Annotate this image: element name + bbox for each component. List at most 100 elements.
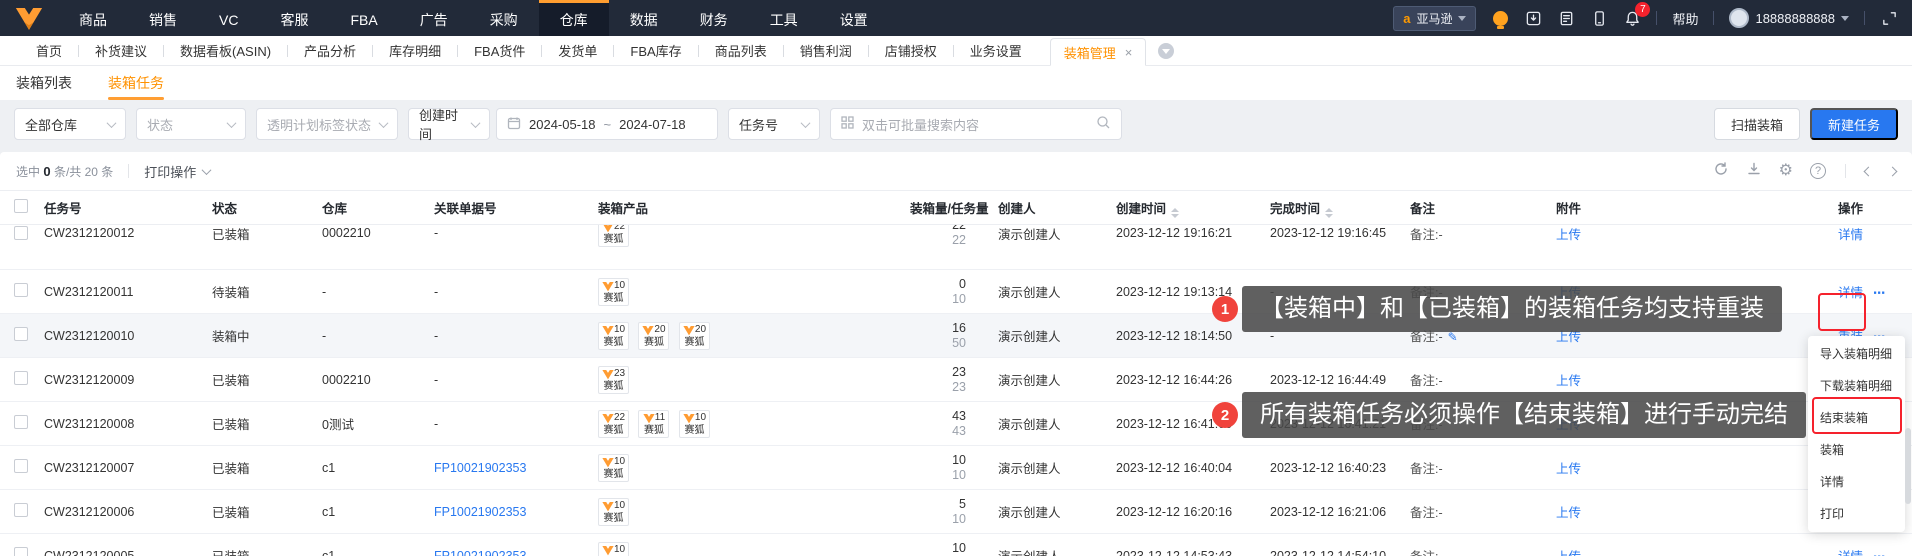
refresh-icon[interactable] (1713, 161, 1729, 182)
prev-page-icon[interactable] (1863, 166, 1874, 176)
tab-sales-profit[interactable]: 销售利润 (784, 41, 868, 60)
product-chip[interactable]: 20 赛狐 (678, 321, 710, 350)
header-completed-time[interactable]: 完成时间 (1254, 190, 1394, 225)
ref-link[interactable]: FP10021902353 (434, 505, 526, 519)
nav-item-finance[interactable]: 财务 (679, 0, 749, 36)
search-field-select[interactable]: 任务号 (728, 108, 820, 140)
more-actions-icon[interactable]: ⋯ (1873, 286, 1887, 300)
product-chip[interactable]: 23 赛狐 (598, 365, 629, 394)
row-checkbox[interactable] (14, 459, 28, 473)
date-range-input[interactable]: 2024-05-18 ~ 2024-07-18 (496, 108, 718, 140)
product-chip[interactable]: 10赛狐 (598, 541, 629, 556)
ref-link[interactable]: FP10021902353 (434, 549, 526, 556)
upload-link[interactable]: 上传 (1556, 330, 1581, 344)
row-checkbox[interactable] (14, 371, 28, 385)
nav-item-tools[interactable]: 工具 (749, 0, 819, 36)
sort-icon[interactable] (1325, 207, 1334, 218)
nav-item-customer-service[interactable]: 客服 (259, 0, 329, 36)
product-chip[interactable]: 10赛狐 (598, 453, 629, 482)
row-checkbox[interactable] (14, 327, 28, 341)
row-checkbox[interactable] (14, 283, 28, 297)
row-checkbox[interactable] (14, 547, 28, 556)
row-checkbox[interactable] (14, 503, 28, 517)
mobile-app-icon[interactable] (1590, 9, 1608, 27)
help-circle-icon[interactable]: ? (1810, 163, 1826, 179)
nav-item-purchase[interactable]: 采购 (469, 0, 539, 36)
account-menu[interactable]: 18888888888 (1729, 8, 1849, 28)
upload-link[interactable]: 上传 (1556, 550, 1581, 556)
row-checkbox[interactable] (14, 226, 28, 240)
upload-link[interactable]: 上传 (1556, 462, 1581, 476)
help-link[interactable]: 帮助 (1672, 9, 1698, 28)
next-page-icon[interactable] (1887, 166, 1898, 176)
tab-dashboard-asin[interactable]: 数据看板(ASIN) (164, 41, 287, 60)
scan-packing-button[interactable]: 扫描装箱 (1713, 108, 1800, 140)
upload-link[interactable]: 上传 (1556, 225, 1581, 243)
edit-remark-icon[interactable]: ✎ (1448, 330, 1458, 344)
tab-delivery-order[interactable]: 发货单 (542, 41, 613, 60)
header-created-time[interactable]: 创建时间 (1100, 190, 1254, 225)
nav-item-sales[interactable]: 销售 (128, 0, 198, 36)
menu-item-import-detail[interactable]: 导入装箱明细 (1808, 338, 1905, 370)
fullscreen-icon[interactable] (1880, 9, 1898, 27)
select-all-checkbox[interactable] (14, 199, 28, 213)
nav-item-fba[interactable]: FBA (329, 0, 398, 36)
download-center-icon[interactable] (1524, 9, 1542, 27)
subtab-packing-list[interactable]: 装箱列表 (16, 66, 72, 100)
tab-list-dropdown-icon[interactable] (1158, 42, 1175, 59)
sort-icon[interactable] (1171, 207, 1180, 218)
search-input[interactable]: 双击可批量搜索内容 (830, 108, 1122, 140)
product-chip[interactable]: 10赛狐 (678, 409, 710, 438)
gear-icon[interactable]: ⚙ (1779, 163, 1793, 179)
export-download-icon[interactable] (1746, 161, 1762, 182)
tab-inventory-detail[interactable]: 库存明细 (373, 41, 457, 60)
marketplace-select[interactable]: a 亚马逊 (1393, 5, 1477, 31)
tab-product-analysis[interactable]: 产品分析 (288, 41, 372, 60)
nav-item-data[interactable]: 数据 (609, 0, 679, 36)
menu-item-print[interactable]: 打印 (1808, 498, 1905, 530)
transparency-select[interactable]: 透明计划标签状态 (256, 108, 398, 140)
task-list-icon[interactable] (1557, 9, 1575, 27)
notification-bell-icon[interactable]: 7 (1623, 2, 1651, 27)
tab-business-settings[interactable]: 业务设置 (954, 41, 1038, 60)
nav-item-goods[interactable]: 商品 (58, 0, 128, 36)
nav-item-settings[interactable]: 设置 (819, 0, 889, 36)
nav-item-warehouse[interactable]: 仓库 (538, 0, 609, 36)
tab-packing-management-active[interactable]: 装箱管理 × (1049, 38, 1147, 66)
print-operation-dropdown[interactable]: 打印操作 (144, 162, 212, 181)
product-chip[interactable]: 11 赛狐 (638, 409, 670, 438)
announcement-lamp-icon[interactable] (1491, 9, 1509, 29)
detail-link[interactable]: 详情 (1838, 225, 1863, 243)
tab-store-auth[interactable]: 店铺授权 (869, 41, 953, 60)
subtab-packing-task[interactable]: 装箱任务 (108, 66, 164, 100)
menu-item-detail[interactable]: 详情 (1808, 466, 1905, 498)
more-actions-icon[interactable]: ⋯ (1873, 550, 1887, 556)
create-task-button[interactable]: 新建任务 (1809, 108, 1898, 140)
product-chip[interactable]: 22 赛狐 (598, 224, 629, 247)
close-icon[interactable]: × (1125, 46, 1133, 59)
tab-home[interactable]: 首页 (20, 41, 78, 60)
nav-item-ads[interactable]: 广告 (399, 0, 469, 36)
nav-item-vc[interactable]: VC (198, 0, 259, 36)
menu-item-packing[interactable]: 装箱 (1808, 434, 1905, 466)
upload-link[interactable]: 上传 (1556, 374, 1581, 388)
tab-product-list[interactable]: 商品列表 (699, 41, 783, 60)
vertical-scrollbar[interactable] (1905, 428, 1911, 504)
search-icon[interactable] (1096, 115, 1111, 133)
tab-replenishment[interactable]: 补货建议 (79, 41, 163, 60)
brand-fox-logo-icon[interactable] (0, 0, 58, 36)
warehouse-select[interactable]: 全部仓库 (14, 108, 126, 140)
row-checkbox[interactable] (14, 415, 28, 429)
ref-link[interactable]: FP10021902353 (434, 461, 526, 475)
product-chip[interactable]: 22 赛狐 (598, 409, 629, 438)
upload-link[interactable]: 上传 (1556, 506, 1581, 520)
product-chip[interactable]: 10赛狐 (598, 277, 629, 306)
product-chip[interactable]: 20 赛狐 (638, 321, 670, 350)
tab-fba-inventory[interactable]: FBA库存 (614, 41, 697, 60)
date-type-select[interactable]: 创建时间 (408, 108, 490, 142)
status-select[interactable]: 状态 (136, 108, 246, 140)
detail-link[interactable]: 详情 (1838, 550, 1863, 556)
product-chip[interactable]: 10赛狐 (598, 497, 629, 526)
product-chip[interactable]: 10赛狐 (598, 321, 629, 350)
tab-fba-shipment[interactable]: FBA货件 (458, 41, 541, 60)
